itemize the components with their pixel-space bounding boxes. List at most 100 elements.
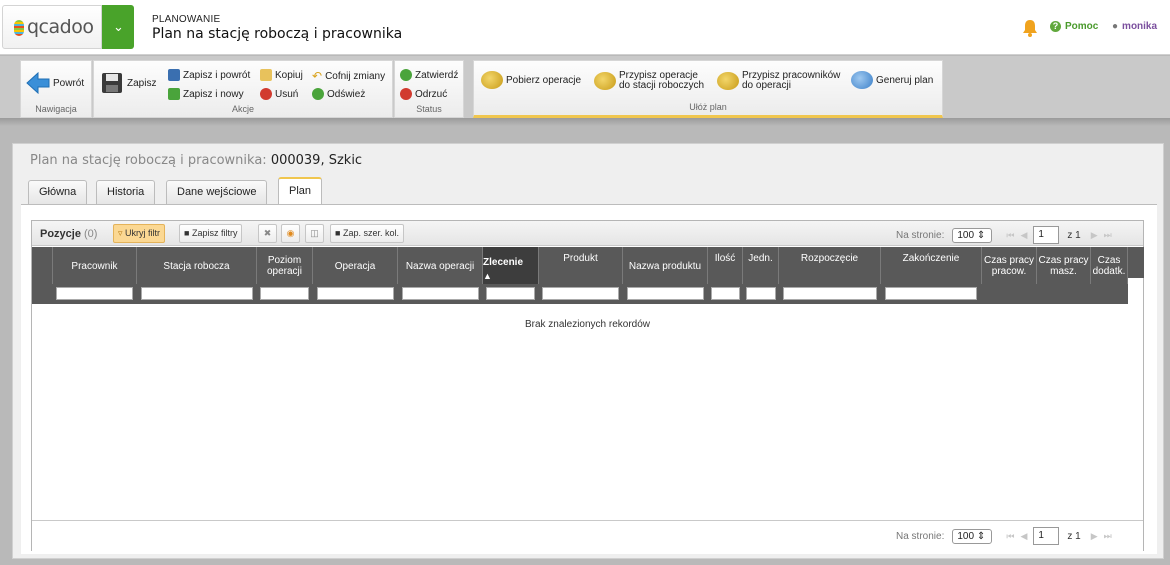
logo-mark-icon <box>14 20 24 36</box>
per-page-value: 100 <box>957 229 975 241</box>
undo-button[interactable]: ↶ Cofnij zmiany <box>312 69 385 83</box>
assign-workers-button[interactable]: Przypisz pracowników do operacji <box>717 71 840 91</box>
refresh-label: Odśwież <box>327 88 366 100</box>
tab-history[interactable]: Historia <box>96 180 156 204</box>
save-back-button[interactable]: Zapisz i powrót <box>168 69 250 81</box>
refresh-button[interactable]: Odśwież <box>312 88 365 100</box>
pager-bottom: Na stronie: 100 ⇕ ⏮ ◀ 1 z 1 ▶ ⏭ <box>896 527 1112 545</box>
save-button[interactable]: Zapisz <box>100 72 156 94</box>
tab-main[interactable]: Główna <box>28 180 88 204</box>
column-header[interactable]: Ilość <box>708 247 743 285</box>
last-page-icon[interactable]: ⏭ <box>1104 531 1112 542</box>
page-input[interactable]: 1 <box>1033 527 1060 545</box>
ribbon-group-label: Ułóż plan <box>689 102 727 112</box>
filter-input[interactable] <box>885 287 977 300</box>
last-page-icon[interactable]: ⏭ <box>1104 230 1112 241</box>
per-page-value: 100 <box>957 530 975 542</box>
filter-input[interactable] <box>317 287 394 300</box>
save-new-button[interactable]: Zapisz i nowy <box>168 88 244 100</box>
column-header[interactable]: Nazwa operacji <box>398 247 483 285</box>
tab-input-data[interactable]: Dane wejściowe <box>166 180 268 204</box>
delete-label: Usuń <box>275 88 299 100</box>
column-header[interactable]: Pracownik <box>53 247 137 285</box>
user-name: monika <box>1122 21 1158 32</box>
column-header[interactable]: Jedn. <box>743 247 779 285</box>
prev-page-icon[interactable]: ◀ <box>1020 230 1027 241</box>
copy-button[interactable]: Kopiuj <box>260 69 303 81</box>
sort-asc-icon: ▲ <box>483 270 492 281</box>
funnel-icon: ▿ <box>118 228 123 238</box>
column-header[interactable]: Stacja robocza <box>137 247 257 285</box>
ribbon-group-navigation: Powrót Nawigacja <box>20 60 92 118</box>
columns-icon[interactable]: ◫ <box>305 224 324 243</box>
copy-label: Kopiuj <box>275 69 303 81</box>
assign-operations-button[interactable]: Przypisz operacje do stacji roboczych <box>594 71 704 91</box>
save-filters-button[interactable]: ■ Zapisz filtry <box>179 224 243 243</box>
pager-top: Na stronie: 100 ⇕ ⏮ ◀ 1 z 1 ▶ ⏭ <box>896 226 1112 244</box>
filter-input[interactable] <box>746 287 776 300</box>
empty-message: Brak znalezionych rekordów <box>524 319 651 330</box>
filter-input[interactable] <box>402 287 479 300</box>
grid-caption: Pozycje (0) <box>40 228 97 240</box>
page-input[interactable]: 1 <box>1033 226 1060 244</box>
select-all-column[interactable] <box>32 247 53 285</box>
sorted-column-label: Zlecenie <box>483 256 524 268</box>
reject-button[interactable]: Odrzuć <box>400 88 447 100</box>
back-button[interactable]: Powrót <box>26 72 84 94</box>
per-page-select[interactable]: 100 ⇕ <box>952 227 993 243</box>
grid-toolbar: Pozycje (0) ▿ Ukryj filtr ■ Zapisz filtry… <box>32 221 1143 246</box>
save-column-widths-label: Zap. szer. kol. <box>342 228 399 238</box>
column-header[interactable]: Rozpoczęcie <box>779 247 881 285</box>
first-page-icon[interactable]: ⏮ <box>1006 531 1014 542</box>
filter-input[interactable] <box>627 287 704 300</box>
grid-count: (0) <box>83 228 98 240</box>
main-menu-button[interactable]: ⌄ <box>102 5 134 49</box>
column-header[interactable]: Czas pracy pracow. <box>982 247 1037 285</box>
page-title: Plan na stację roboczą i pracownika <box>152 26 403 42</box>
delete-button[interactable]: Usuń <box>260 88 298 100</box>
undo-icon: ↶ <box>312 69 323 83</box>
ribbon-group-actions: Zapisz Zapisz i powrót Zapisz i nowy Kop… <box>93 60 393 118</box>
column-header[interactable]: Poziom operacji <box>257 247 313 285</box>
save-back-icon <box>168 69 180 81</box>
filter-input[interactable] <box>542 287 619 300</box>
generate-plan-button[interactable]: Generuj plan <box>851 71 933 89</box>
column-header[interactable]: Czas dodatk. <box>1091 247 1128 285</box>
column-header[interactable]: Zakończenie <box>881 247 982 285</box>
prev-page-icon[interactable]: ◀ <box>1020 531 1027 542</box>
column-header-sorted[interactable]: Zlecenie ▲ <box>483 247 539 285</box>
approve-button[interactable]: Zatwierdź <box>400 69 458 81</box>
clear-filter-icon[interactable]: ✖ <box>258 224 277 243</box>
help-link[interactable]: ? Pomoc <box>1050 21 1098 32</box>
reject-icon <box>400 88 412 100</box>
user-menu[interactable]: ● monika <box>1112 21 1157 32</box>
per-page-select[interactable]: 100 ⇕ <box>952 528 993 544</box>
tab-content: Pozycje (0) ▿ Ukryj filtr ■ Zapisz filtry… <box>21 205 1157 554</box>
tab-plan[interactable]: Plan <box>278 177 323 205</box>
copy-icon <box>260 69 272 81</box>
filter-input[interactable] <box>711 287 740 300</box>
first-page-icon[interactable]: ⏮ <box>1006 230 1014 241</box>
next-page-icon[interactable]: ▶ <box>1091 230 1098 241</box>
next-page-icon[interactable]: ▶ <box>1091 531 1098 542</box>
filter-input[interactable] <box>141 287 253 300</box>
filter-input[interactable] <box>56 287 133 300</box>
column-header[interactable]: Nazwa produktu <box>623 247 708 285</box>
filter-input[interactable] <box>783 287 877 300</box>
hide-filter-button[interactable]: ▿ Ukryj filtr <box>113 224 166 243</box>
save-column-widths-button[interactable]: ■ Zap. szer. kol. <box>330 224 404 243</box>
filter-input[interactable] <box>486 287 535 300</box>
column-header[interactable]: Czas pracy masz. <box>1037 247 1091 285</box>
logo[interactable]: qcadoo <box>2 5 102 49</box>
reset-icon[interactable]: ◉ <box>281 224 300 243</box>
grid-header-scroll-gutter <box>1128 247 1144 278</box>
assign-operations-line-2: do stacji roboczych <box>619 80 705 91</box>
grid-header: Pracownik Stacja robocza Poziom operacji… <box>32 247 1128 285</box>
filter-input[interactable] <box>260 287 309 300</box>
column-header[interactable]: Operacja <box>313 247 398 285</box>
fetch-operations-button[interactable]: Pobierz operacje <box>481 71 581 89</box>
column-header[interactable]: Produkt <box>539 247 623 285</box>
panel-title-value: 000039, Szkic <box>270 153 363 168</box>
save-back-label: Zapisz i powrót <box>183 69 251 81</box>
bell-icon[interactable] <box>1022 19 1038 37</box>
